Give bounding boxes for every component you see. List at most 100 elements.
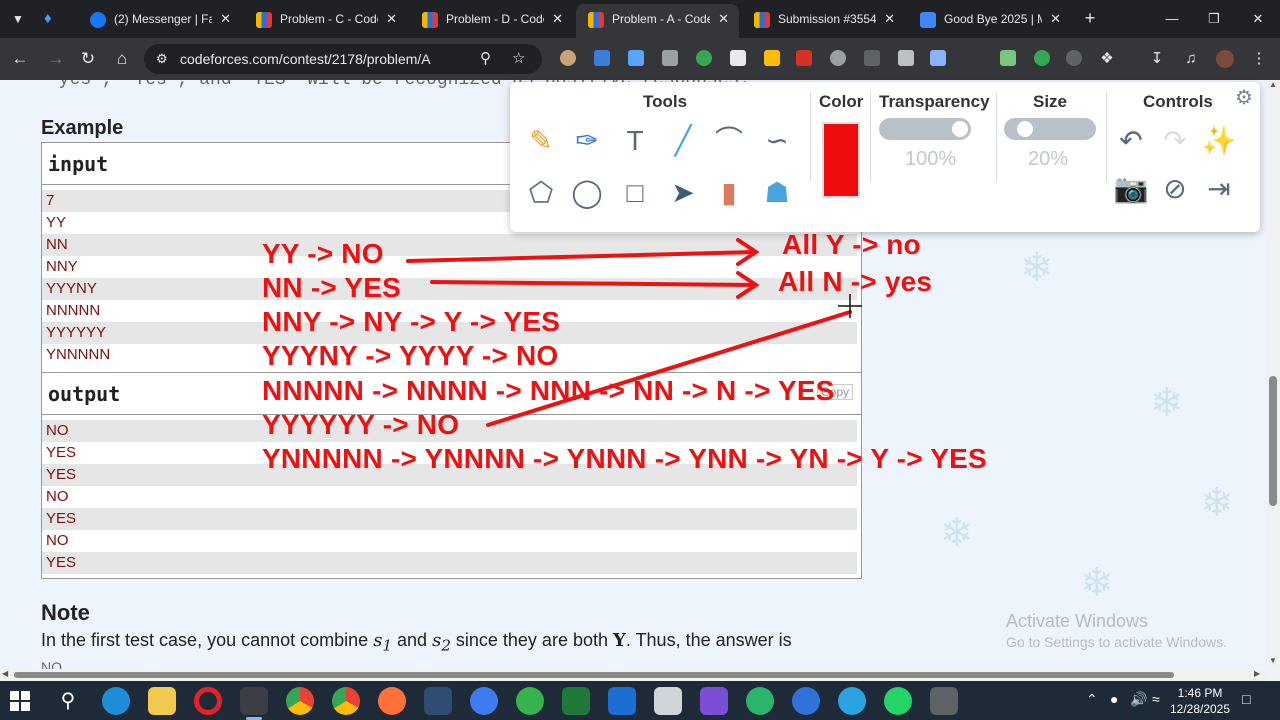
undo-icon[interactable]: ↶ [1112, 122, 1150, 160]
tab-messenger[interactable]: (2) Messenger | Face ✕ [78, 4, 241, 34]
tab-problem-c[interactable]: Problem - C - Codef ✕ [244, 4, 407, 34]
telegram-icon[interactable] [838, 687, 866, 715]
extension-icon[interactable] [730, 50, 746, 66]
wifi-icon[interactable]: ≈ [1152, 691, 1160, 707]
close-window-icon[interactable]: ✕ [1244, 6, 1272, 32]
chrome-icon[interactable] [240, 687, 268, 720]
reload-icon[interactable]: ↻ [76, 47, 100, 71]
menu-kebab-icon[interactable]: ⋮ [1248, 48, 1270, 70]
chevron-up-icon[interactable]: ⌃ [1086, 691, 1098, 708]
cursor-tool-icon[interactable]: ➤ [664, 174, 702, 212]
app-icon[interactable] [654, 687, 682, 715]
edge-icon[interactable] [102, 687, 130, 715]
new-tab-icon[interactable]: + [1078, 7, 1102, 31]
tab-good-bye[interactable]: Good Bye 2025 | M ✕ [908, 4, 1071, 34]
app-icon[interactable] [516, 687, 544, 715]
chrome-profile-icon[interactable] [286, 687, 314, 715]
horizontal-scrollbar[interactable]: ◀ ▶ [0, 669, 1266, 681]
extension-icon[interactable] [796, 50, 812, 66]
zoom-icon[interactable]: ⚲ [480, 44, 491, 74]
firefox-icon[interactable] [378, 687, 406, 715]
app-icon[interactable] [470, 687, 498, 715]
app-icon[interactable] [746, 687, 774, 715]
whatsapp-icon[interactable] [884, 687, 912, 715]
search-icon[interactable]: ⚲ [54, 687, 82, 715]
file-explorer-icon[interactable] [148, 687, 176, 715]
close-tab-icon[interactable]: ✕ [220, 4, 231, 34]
text-tool-icon[interactable]: T [616, 122, 654, 160]
media-icon[interactable]: ♫ [1180, 48, 1202, 70]
tab-search-chevron-icon[interactable]: ▼ [6, 7, 30, 31]
extension-icon[interactable] [628, 50, 644, 66]
app-icon[interactable] [930, 687, 958, 715]
volume-icon[interactable]: 🔊 [1130, 691, 1147, 708]
back-icon[interactable]: ← [8, 47, 32, 71]
site-info-icon[interactable]: ⚙ [156, 44, 168, 74]
color-swatch[interactable] [822, 122, 860, 198]
close-tab-icon[interactable]: ✕ [884, 4, 895, 34]
slider-knob[interactable] [1017, 121, 1033, 137]
app-icon[interactable] [424, 687, 452, 715]
arc-tool-icon[interactable]: ⌒ [710, 122, 748, 160]
webstorm-icon[interactable] [608, 687, 636, 715]
rectangle-tool-icon[interactable]: □ [616, 174, 654, 212]
marker-icon[interactable]: ✑ [568, 122, 606, 160]
notifications-icon[interactable]: □ [1242, 691, 1250, 707]
chrome-alt-icon[interactable] [332, 687, 360, 715]
pencil-icon[interactable]: ✎ [522, 122, 560, 160]
windows-start-icon[interactable] [8, 689, 32, 713]
extension-icon[interactable] [930, 50, 946, 66]
close-tab-icon[interactable]: ✕ [386, 4, 397, 34]
microphone-icon[interactable]: ● [1110, 691, 1118, 707]
scroll-right-icon[interactable]: ▶ [1254, 669, 1260, 678]
extension-icon[interactable] [764, 50, 780, 66]
transparency-slider[interactable] [879, 118, 971, 140]
opera-icon[interactable] [194, 687, 222, 715]
hide-eye-icon[interactable]: ⊘ [1156, 170, 1194, 208]
tab-problem-d[interactable]: Problem - D - Codef ✕ [410, 4, 573, 34]
close-tab-icon[interactable]: ✕ [1050, 4, 1061, 34]
vertical-scrollbar[interactable]: ▲ ▼ [1266, 80, 1280, 669]
scroll-down-icon[interactable]: ▼ [1269, 656, 1277, 665]
minimize-icon[interactable]: — [1158, 6, 1186, 32]
pinned-tab[interactable]: ♦ [44, 10, 62, 28]
forward-icon[interactable]: → [44, 47, 68, 71]
extension-icon[interactable] [1000, 50, 1016, 66]
scroll-up-icon[interactable]: ▲ [1269, 80, 1277, 89]
curve-tool-icon[interactable]: ∽ [758, 122, 796, 160]
settings-gear-icon[interactable]: ⚙ [1232, 86, 1256, 110]
extension-icon[interactable] [864, 50, 880, 66]
address-bar[interactable]: ⚙ codeforces.com/contest/2178/problem/A … [144, 44, 542, 74]
fill-bucket-icon[interactable]: ☗ [758, 174, 796, 212]
extension-icon[interactable] [662, 50, 678, 66]
avatar[interactable] [1214, 48, 1236, 70]
tab-submission[interactable]: Submission #35544 ✕ [742, 4, 905, 34]
extensions-puzzle-icon[interactable]: ❖ [1096, 48, 1118, 70]
clear-broom-icon[interactable]: ✨ [1200, 122, 1238, 160]
tab-problem-a[interactable]: Problem - A - Codef ✕ [576, 4, 739, 38]
extension-icon[interactable] [594, 50, 610, 66]
visual-studio-icon[interactable] [700, 687, 728, 715]
scrollbar-thumb[interactable] [1269, 376, 1277, 506]
close-tab-icon[interactable]: ✕ [552, 4, 563, 34]
bookmark-star-icon[interactable]: ☆ [512, 44, 525, 74]
scrollbar-thumb[interactable] [14, 672, 1174, 678]
extension-icon[interactable] [1034, 50, 1050, 66]
line-tool-icon[interactable]: ╱ [664, 122, 702, 160]
home-icon[interactable]: ⌂ [110, 47, 134, 71]
extension-icon[interactable] [898, 50, 914, 66]
app-icon[interactable] [562, 687, 590, 715]
eraser-icon[interactable]: ▮ [710, 174, 748, 212]
close-tab-icon[interactable]: ✕ [718, 4, 729, 34]
download-icon[interactable]: ↧ [1146, 48, 1168, 70]
size-slider[interactable] [1004, 118, 1096, 140]
app-icon[interactable] [792, 687, 820, 715]
redo-icon[interactable]: ↷ [1156, 122, 1194, 160]
slider-knob[interactable] [952, 121, 968, 137]
extension-icon[interactable] [560, 50, 576, 66]
extension-icon[interactable] [1066, 50, 1082, 66]
scroll-left-icon[interactable]: ◀ [2, 669, 8, 678]
extension-icon[interactable] [830, 50, 846, 66]
restore-icon[interactable]: ❐ [1200, 6, 1228, 32]
circle-tool-icon[interactable]: ◯ [568, 174, 606, 212]
